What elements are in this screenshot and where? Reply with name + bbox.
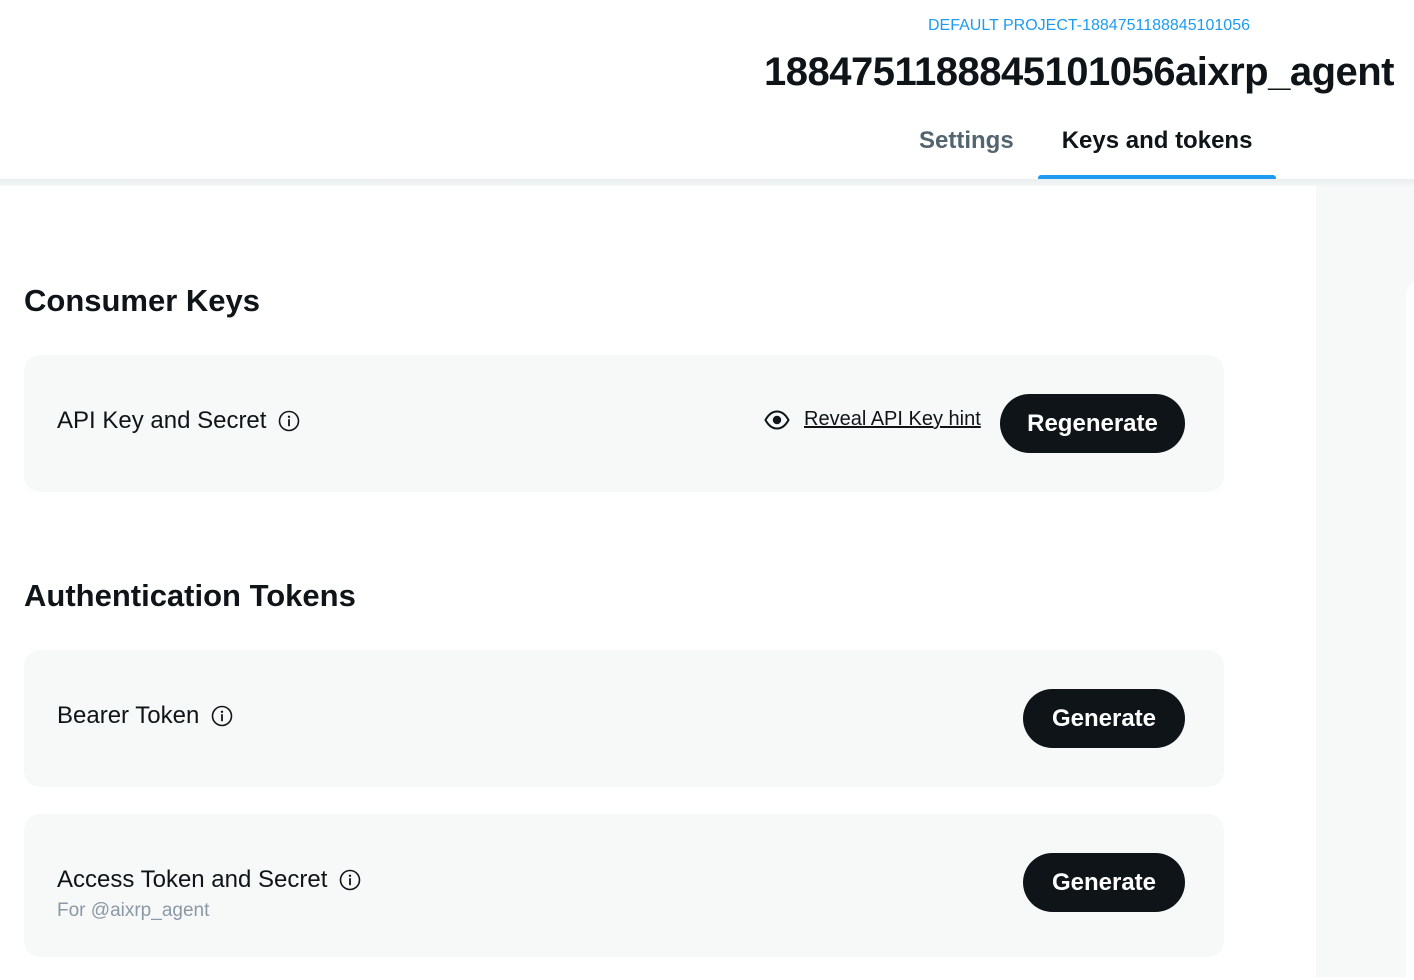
authentication-tokens-title: Authentication Tokens — [24, 578, 356, 613]
api-key-label: API Key and Secret — [57, 407, 267, 434]
side-panel — [1316, 186, 1414, 977]
bearer-token-label: Bearer Token — [57, 702, 200, 729]
access-token-card: Access Token and Secret For @aixrp_agent… — [24, 814, 1224, 957]
app-title: 1884751188845101056aixrp_agent — [764, 50, 1395, 94]
app-header: DEFAULT PROJECT-1884751188845101056 1884… — [0, 0, 1414, 184]
consumer-keys-title: Consumer Keys — [24, 283, 261, 318]
tab-settings[interactable]: Settings — [895, 115, 1038, 181]
generate-bearer-token-button[interactable]: Generate — [1023, 689, 1185, 748]
tab-settings-label: Settings — [919, 127, 1014, 154]
access-token-label: Access Token and Secret — [57, 866, 328, 893]
tab-keys-and-tokens[interactable]: Keys and tokens — [1037, 115, 1277, 181]
reveal-api-key-hint-link[interactable]: Reveal API Key hint — [804, 408, 981, 431]
bearer-token-label-row: Bearer Token — [57, 702, 233, 730]
tab-keys-and-tokens-label: Keys and tokens — [1061, 127, 1253, 154]
access-token-label-row: Access Token and Secret — [57, 866, 361, 894]
info-icon[interactable] — [339, 869, 361, 891]
info-icon[interactable] — [278, 410, 300, 432]
main-content: Consumer Keys API Key and Secret Reveal … — [0, 186, 1316, 977]
api-key-label-row: API Key and Secret — [57, 407, 300, 435]
api-key-card: API Key and Secret Reveal API Key hint R… — [24, 355, 1224, 492]
eye-icon — [764, 409, 790, 431]
bearer-token-card: Bearer Token Generate — [24, 650, 1224, 787]
access-token-account-label: For @aixrp_agent — [57, 900, 210, 921]
generate-access-token-button[interactable]: Generate — [1023, 853, 1185, 912]
project-label[interactable]: DEFAULT PROJECT-1884751188845101056 — [928, 17, 1250, 35]
reveal-api-key-hint[interactable]: Reveal API Key hint — [764, 408, 981, 431]
regenerate-button[interactable]: Regenerate — [1000, 394, 1185, 453]
info-icon[interactable] — [211, 705, 233, 727]
tab-bar: Settings Keys and tokens — [895, 115, 1277, 181]
side-panel-card — [1406, 280, 1414, 980]
